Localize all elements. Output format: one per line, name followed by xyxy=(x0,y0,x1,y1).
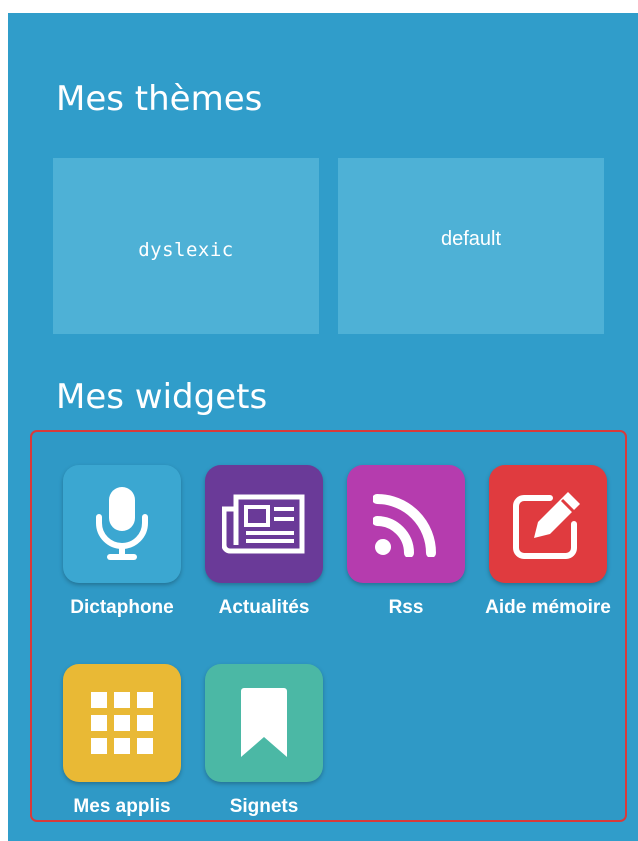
themes-section-title: Mes thèmes xyxy=(56,79,263,119)
theme-card-dyslexic[interactable]: dyslexic xyxy=(53,158,319,334)
theme-card-default[interactable]: default xyxy=(338,158,604,334)
widget-tile-mes-applis[interactable] xyxy=(63,664,181,782)
edit-note-icon xyxy=(513,492,580,559)
widget-mes-applis[interactable]: Mes applis xyxy=(52,664,192,822)
bookmark-icon xyxy=(241,688,287,757)
widget-rss[interactable]: Rss xyxy=(336,465,476,623)
widget-signets[interactable]: Signets xyxy=(194,664,334,822)
microphone-icon xyxy=(96,487,148,560)
widget-tile-aide-memoire[interactable] xyxy=(489,465,607,583)
widget-label-signets: Signets xyxy=(229,796,299,817)
rss-icon xyxy=(373,494,436,557)
widget-actualites[interactable]: Actualités xyxy=(194,465,334,623)
widget-label-actualites: Actualités xyxy=(218,597,310,618)
widget-tile-rss[interactable] xyxy=(347,465,465,583)
widgets-section-title: Mes widgets xyxy=(56,377,268,417)
widget-tile-actualites[interactable] xyxy=(205,465,323,583)
widget-label-dictaphone: Dictaphone xyxy=(70,597,174,618)
apps-grid-icon xyxy=(91,692,153,754)
widget-tile-signets[interactable] xyxy=(205,664,323,782)
widget-label-aide-memoire: Aide mémoire xyxy=(485,597,611,618)
widget-tile-dictaphone[interactable] xyxy=(63,465,181,583)
newspaper-icon xyxy=(222,494,305,554)
theme-label-default: default xyxy=(440,228,502,250)
widget-label-mes-applis: Mes applis xyxy=(73,796,171,817)
widget-label-rss: Rss xyxy=(388,597,424,618)
widget-aide-memoire[interactable]: Aide mémoire xyxy=(478,465,618,623)
theme-label-dyslexic: dyslexic xyxy=(138,239,234,261)
widget-dictaphone[interactable]: Dictaphone xyxy=(52,465,192,623)
